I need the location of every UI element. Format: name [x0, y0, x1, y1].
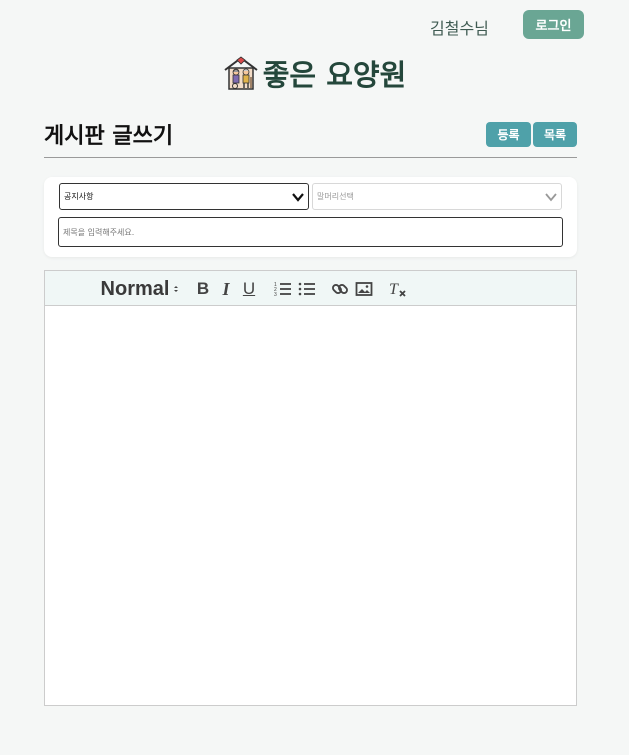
board-header: 게시판 글쓰기 등록 목록	[44, 118, 577, 158]
svg-text:T: T	[389, 281, 399, 298]
format-select-arrows-icon[interactable]	[170, 279, 182, 299]
editor-toolbar: Normal B I U 1 2 3 T	[45, 271, 576, 306]
list-button[interactable]: 목록	[533, 122, 577, 147]
category-selected-value: 공지사항	[64, 192, 94, 201]
bold-icon[interactable]: B	[195, 279, 211, 299]
image-icon[interactable]	[355, 279, 373, 299]
rich-text-editor: Normal B I U 1 2 3 T	[44, 270, 577, 706]
header-select[interactable]: 말머리선택	[312, 183, 562, 210]
brand-name: 좋은 요양원	[262, 58, 407, 92]
editor-content-area[interactable]	[45, 306, 576, 705]
chevron-down-icon	[292, 193, 304, 202]
header-select-placeholder: 말머리선택	[317, 192, 354, 201]
brand-logo[interactable]: 좋은 요양원	[0, 52, 629, 94]
page-title: 게시판 글쓰기	[44, 124, 174, 149]
login-button[interactable]: 로그인	[523, 10, 584, 39]
svg-text:3: 3	[274, 292, 277, 298]
bullet-list-icon[interactable]	[298, 279, 316, 299]
title-input[interactable]: 제목을 입력해주세요.	[58, 217, 563, 247]
underline-icon[interactable]: U	[241, 279, 257, 299]
ordered-list-icon[interactable]: 1 2 3	[274, 279, 292, 299]
nursing-home-icon	[224, 56, 258, 90]
category-select[interactable]: 공지사항	[59, 183, 309, 210]
clear-format-icon[interactable]: T	[388, 279, 408, 299]
italic-icon[interactable]: I	[219, 279, 233, 299]
link-icon[interactable]	[331, 279, 349, 299]
title-input-placeholder: 제목을 입력해주세요.	[63, 227, 135, 237]
username: 김철수님	[430, 19, 489, 38]
post-form: 공지사항 말머리선택 제목을 입력해주세요.	[44, 177, 577, 257]
register-button[interactable]: 등록	[486, 122, 531, 147]
chevron-down-icon	[545, 193, 557, 202]
top-bar: 김철수님 로그인	[0, 10, 629, 39]
